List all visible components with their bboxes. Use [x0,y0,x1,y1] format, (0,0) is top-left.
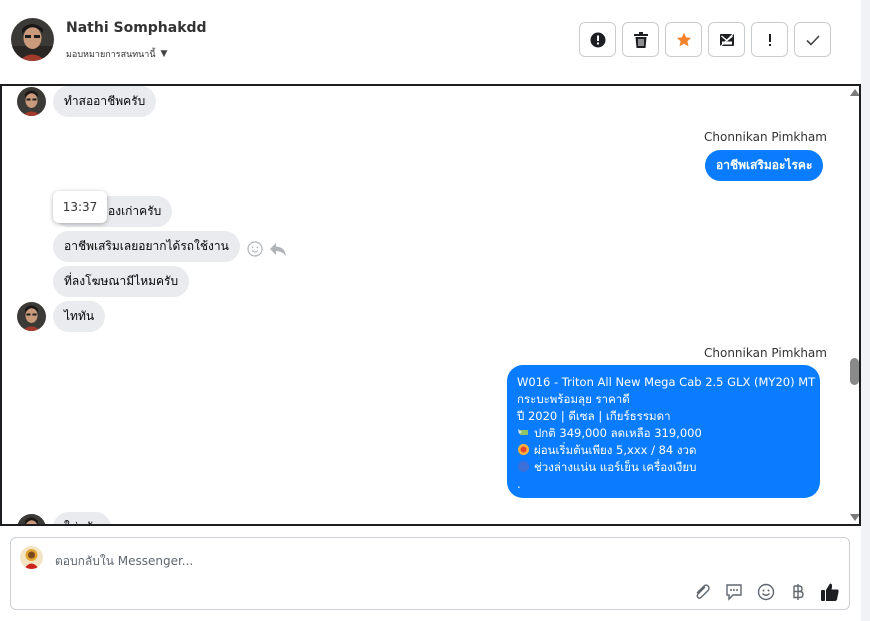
mark-done-button[interactable] [794,22,831,57]
check-icon [805,34,820,46]
react-smiley-icon[interactable] [247,241,263,257]
listing-line: ปี 2020 | ดีเซล | เกียร์ธรรมดา [517,409,671,423]
contact-avatar-small [17,514,46,524]
listing-line: กระบะพร้อมลุย ราคาดี [517,392,630,406]
reply-icon[interactable] [269,241,287,257]
listing-line-installment: ผ่อนเริ่มต้นเพียง 5,xxx / 84 งวด [517,442,810,459]
incoming-message[interactable]: ทำสออาชีพครับ [53,86,157,117]
incoming-message[interactable]: ที่ลงโฆษณามีไหมครับ [53,266,190,297]
conversation-header: Nathi Somphakdd มอบหมายการสนทนานี้ ▼ [0,0,861,84]
assign-label: มอบหมายการสนทนานี้ [66,50,156,60]
scroll-down-arrow-icon[interactable] [850,514,859,521]
outgoing-message[interactable]: อาชีพเสริมอะไรคะ [705,150,824,181]
message-thread[interactable]: ทำสออาชีพครับ Chonnikan Pimkham อาชีพเสร… [0,84,861,526]
page-edge [861,0,870,621]
message-hover-actions [247,241,287,257]
exclamation-icon [768,33,771,46]
assign-conversation-dropdown[interactable]: มอบหมายการสนทนานี้ ▼ [66,47,167,61]
contact-name: Nathi Somphakdd [66,20,207,36]
outgoing-listing-message[interactable]: W016 - Triton All New Mega Cab 2.5 GLX (… [507,365,820,498]
incoming-message[interactable]: ใช่ครับ [53,512,112,524]
timestamp-tooltip: 13:37 [53,191,107,223]
attach-button[interactable] [691,581,713,603]
mark-unread-button[interactable] [708,22,745,57]
reply-input[interactable]: ตอบกลับใน Messenger... [55,552,193,571]
saved-replies-button[interactable] [723,581,745,603]
paperclip-icon [696,584,710,599]
listing-line-features: ช่วงล่างแน่น แอร์เย็น เครื่องเงียบ [517,459,810,476]
chat-bubble-icon [726,584,742,601]
follow-up-button[interactable] [751,22,788,57]
mark-spam-button[interactable] [579,22,616,57]
mail-off-icon [719,32,734,47]
listing-line: . [517,477,521,491]
contact-avatar-small [17,302,46,331]
trash-icon [633,31,648,48]
composer-tools [691,581,841,603]
smiley-icon [757,583,775,601]
scrollbar-thumb[interactable] [850,358,859,385]
scroll-up-arrow-icon[interactable] [850,89,859,96]
like-button[interactable] [819,581,841,603]
incoming-message[interactable]: อาชีพเสริมเลยอยากได้รถใช้งาน [53,231,240,262]
header-actions [579,22,831,57]
star-icon [676,32,691,46]
listing-title: W016 - Triton All New Mega Cab 2.5 GLX (… [517,375,816,389]
incoming-message[interactable]: ไททัน [53,301,106,332]
contact-avatar[interactable] [11,18,54,61]
reply-composer: ตอบกลับใน Messenger... [10,537,850,610]
payment-button[interactable] [787,581,809,603]
emoji-button[interactable] [755,581,777,603]
page-avatar [20,546,43,569]
money-wings-icon [518,429,528,435]
star-button[interactable] [665,22,702,57]
thumbs-up-icon [821,583,839,601]
sender-name: Chonnikan Pimkham [704,130,827,144]
sender-name: Chonnikan Pimkham [704,346,827,360]
baht-icon [793,584,804,600]
alert-circle-icon [590,32,605,47]
delete-button[interactable] [622,22,659,57]
contact-avatar-small [17,87,46,116]
burst-icon [518,444,529,455]
listing-line-price: ปกติ 349,000 ลดเหลือ 319,000 [517,425,810,442]
blue-circle-icon [518,461,529,472]
messenger-conversation: Nathi Somphakdd มอบหมายการสนทนานี้ ▼ ทำส… [0,0,870,621]
caret-down-icon: ▼ [160,49,168,59]
